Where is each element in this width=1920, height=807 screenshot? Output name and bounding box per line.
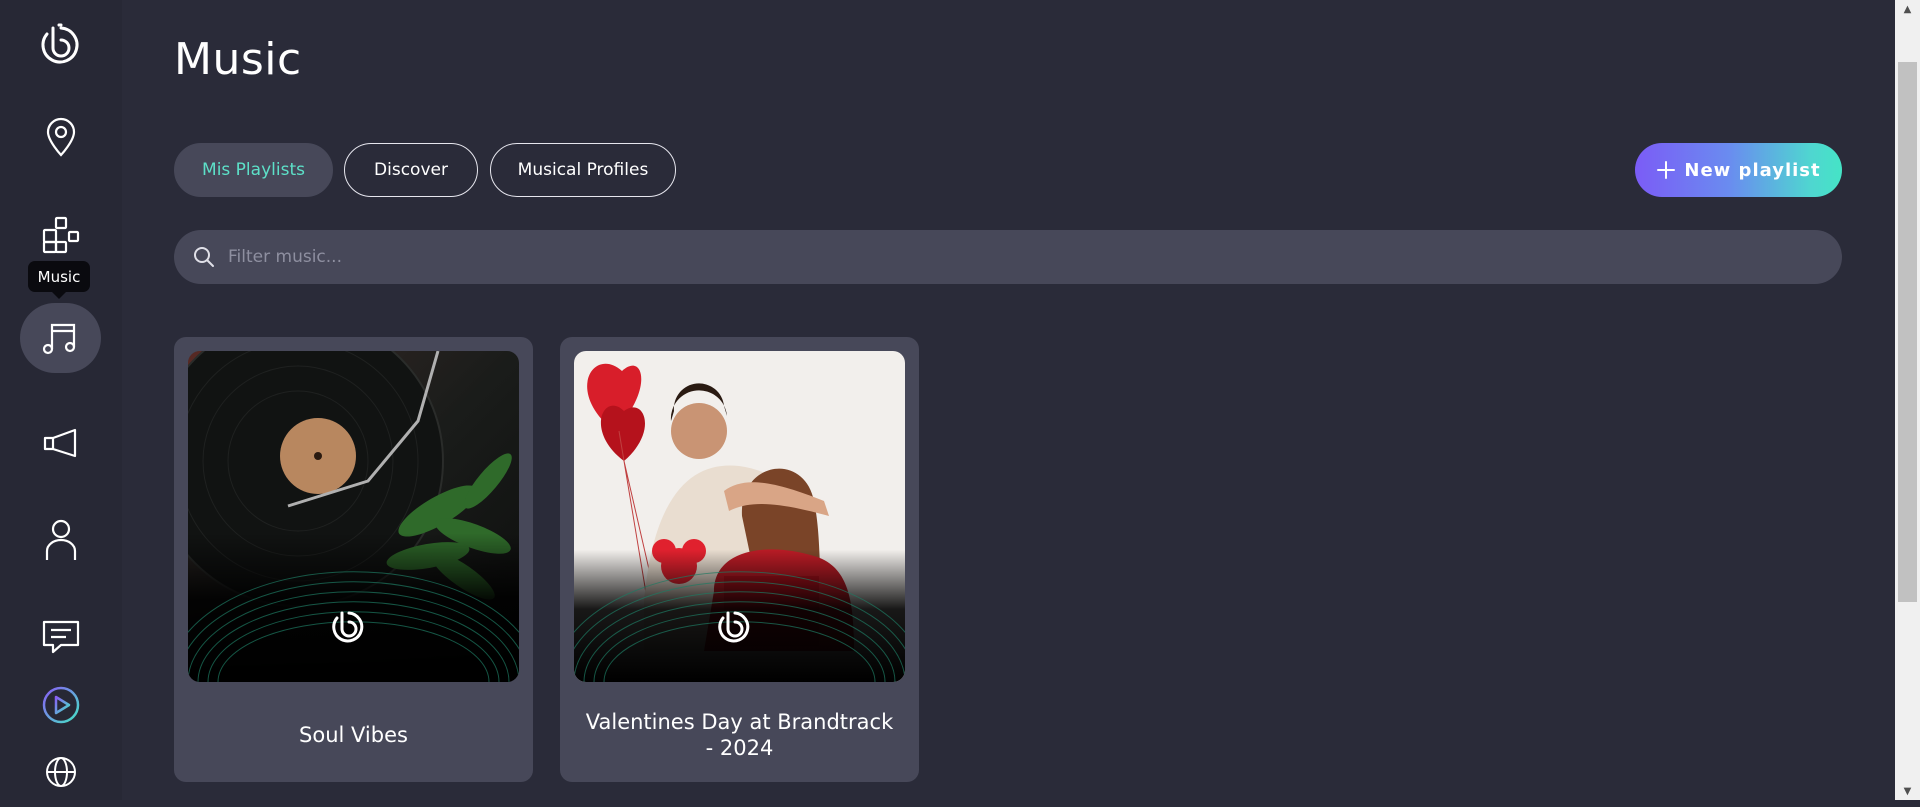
tab-discover[interactable]: Discover [344, 143, 478, 197]
scroll-thumb[interactable] [1898, 62, 1917, 602]
sidebar-item-language[interactable] [20, 737, 101, 807]
sidebar-tooltip: Music [28, 261, 90, 299]
brand-logo[interactable] [20, 10, 101, 80]
sidebar-item-player[interactable] [20, 670, 101, 740]
playlist-cover [574, 351, 905, 682]
sidebar-item-announcements[interactable] [20, 408, 101, 478]
scroll-down-arrow[interactable]: ▼ [1895, 782, 1920, 800]
globe-icon [45, 757, 76, 787]
scrollbar[interactable]: ▲ ▼ [1895, 0, 1920, 800]
search-input[interactable] [226, 246, 1726, 268]
sidebar-item-profile[interactable] [20, 505, 101, 575]
playlist-card[interactable]: Soul Vibes [174, 337, 533, 782]
play-circle-icon [42, 686, 79, 724]
search-icon [194, 247, 214, 267]
tab-musical-profiles[interactable]: Musical Profiles [490, 143, 676, 197]
sidebar-item-widgets[interactable] [20, 200, 101, 270]
location-pin-icon [46, 117, 75, 157]
scroll-up-arrow[interactable]: ▲ [1895, 0, 1920, 18]
vinyl-record-photo [188, 351, 519, 682]
music-note-icon [42, 323, 75, 355]
sidebar-item-messages[interactable] [20, 602, 101, 672]
sidebar-item-locations[interactable] [20, 102, 101, 172]
playlist-title: Soul Vibes [299, 722, 408, 747]
widgets-icon [42, 216, 79, 254]
playlist-title: Valentines Day at Brandtrack - 2024 [585, 709, 894, 760]
playlist-cover [188, 351, 519, 682]
plus-icon [1657, 161, 1676, 179]
sidebar-item-music[interactable] [20, 303, 101, 373]
brand-logo-icon [41, 23, 78, 64]
page-title: Music [174, 34, 302, 85]
search-bar [174, 230, 1842, 284]
couple-valentines-photo [574, 351, 905, 682]
user-icon [45, 519, 76, 560]
sidebar: Music [0, 0, 122, 800]
playlist-card[interactable]: Valentines Day at Brandtrack - 2024 [560, 337, 919, 782]
megaphone-icon [43, 428, 76, 458]
new-playlist-button[interactable]: New playlist [1635, 143, 1842, 197]
chat-icon [42, 620, 79, 654]
new-playlist-label: New playlist [1684, 159, 1821, 181]
tab-mis-playlists[interactable]: Mis Playlists [174, 143, 333, 197]
